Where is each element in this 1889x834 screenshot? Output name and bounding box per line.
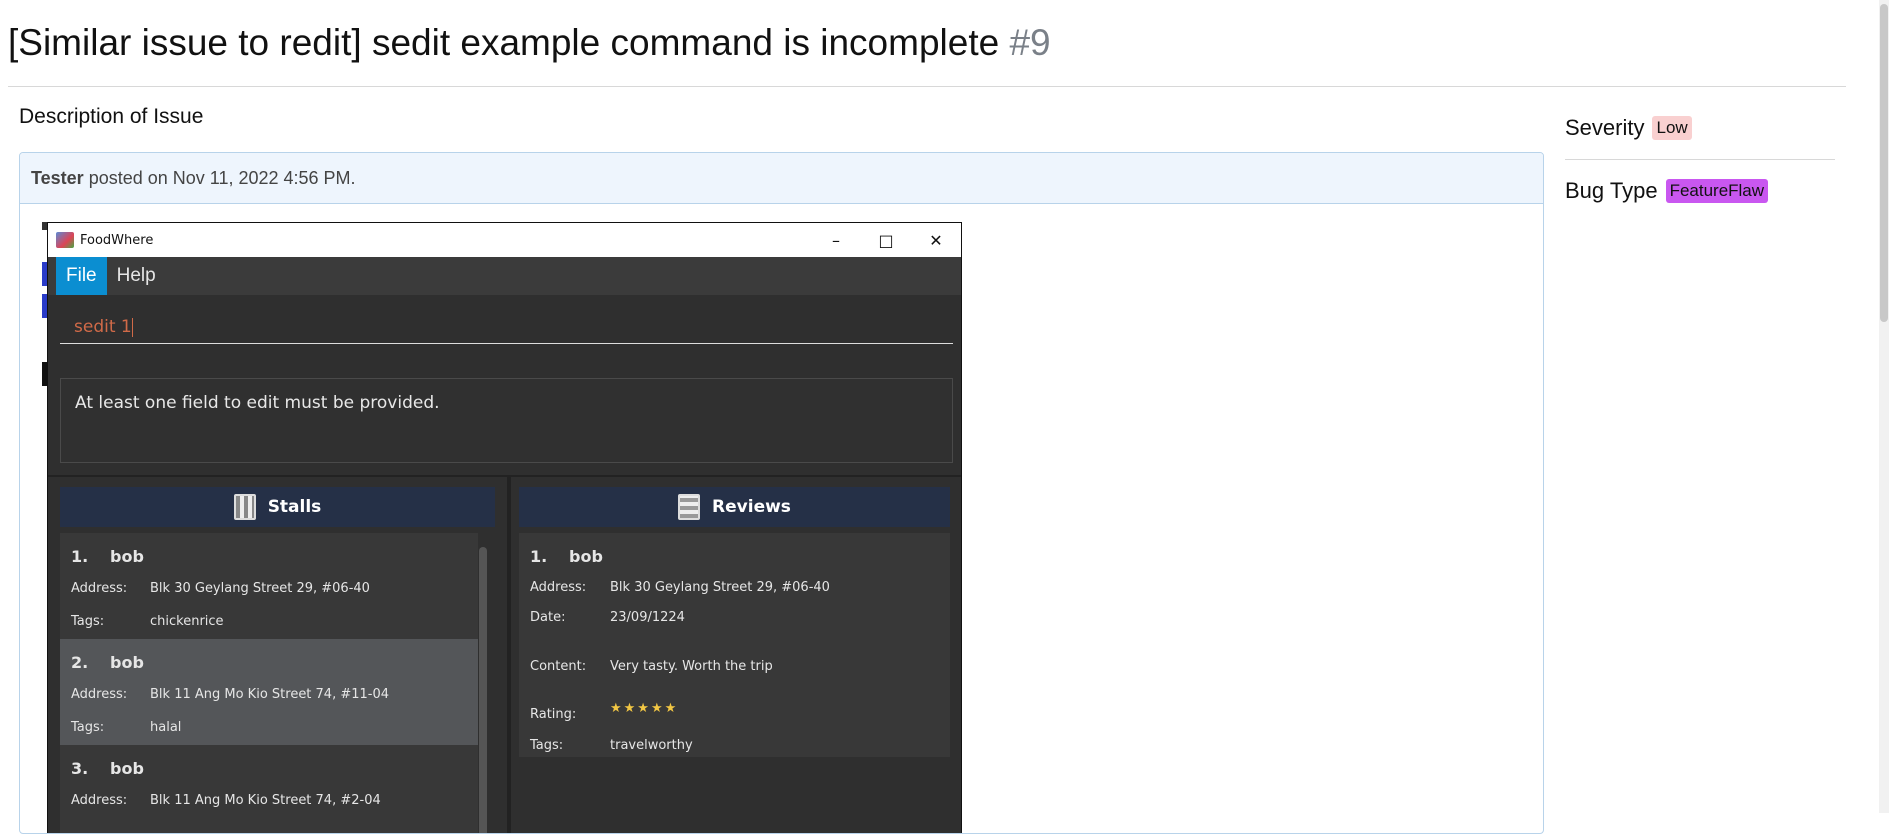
stall-index: 3. [71,759,89,778]
stalls-header: Stalls [60,487,495,527]
bugtype-badge[interactable]: FeatureFlaw [1665,179,1769,203]
issue-sidebar: Severity Low Bug Type FeatureFlaw [1565,115,1835,204]
foodwhere-window: FoodWhere – □ ✕ File Help sedit 1 At lea… [47,222,962,833]
review-rating-key: Rating: [530,707,577,722]
window-titlebar: FoodWhere – □ ✕ [48,223,961,257]
review-date-key: Date: [530,610,566,625]
review-icon [678,494,701,520]
review-tags-key: Tags: [530,738,564,753]
review-content: Very tasty. Worth the trip [610,659,773,674]
stall-name: bob [110,759,144,778]
issue-comment: Tester posted on Nov 11, 2022 4:56 PM. F… [19,152,1544,834]
review-address-key: Address: [530,580,587,595]
sidebar-divider [1565,159,1835,160]
maximize-icon[interactable]: □ [861,223,911,257]
review-content-key: Content: [530,659,587,674]
stall-index: 2. [71,653,89,672]
menu-help[interactable]: Help [107,257,166,295]
text-caret [131,317,133,337]
review-tags: travelworthy [610,738,693,753]
severity-label: Severity [1565,115,1645,140]
issue-number: #9 [1009,22,1051,63]
severity-row: Severity Low [1565,115,1835,141]
page-scrollbar[interactable] [1879,0,1889,813]
stalls-scrollbar[interactable] [479,547,487,833]
stall-tags-key: Tags: [71,720,105,735]
window-title: FoodWhere [80,232,154,248]
stall-address-key: Address: [71,687,128,702]
bugtype-row: Bug Type FeatureFlaw [1565,178,1835,204]
page-scrollbar-thumb[interactable] [1880,4,1888,322]
description-heading: Description of Issue [19,105,204,128]
stall-name: bob [110,547,144,566]
review-name: bob [569,547,603,566]
stalls-header-label: Stalls [267,497,322,517]
reviews-header: Reviews [519,487,950,527]
review-index: 1. [530,547,548,566]
review-rating-stars: ★★★★★ [610,701,679,716]
stall-card[interactable]: 2. bob Address: Blk 11 Ang Mo Kio Street… [60,639,478,745]
command-input[interactable]: sedit 1 [60,301,953,344]
split-divider[interactable] [507,477,511,833]
stall-address: Blk 11 Ang Mo Kio Street 74, #2-04 [150,793,381,808]
review-date: 23/09/1224 [610,610,685,625]
stall-tags-key: Tags: [71,614,105,629]
result-display: At least one field to edit must be provi… [60,378,953,463]
app-logo-icon [56,232,74,248]
comment-meta: posted on Nov 11, 2022 4:56 PM. [83,168,356,188]
command-text: sedit 1 [74,317,133,337]
stall-card[interactable]: 3. bob Address: Blk 11 Ang Mo Kio Street… [60,745,478,833]
issue-title-text: [Similar issue to redit] sedit example c… [8,22,1000,63]
review-address: Blk 30 Geylang Street 29, #06-40 [610,580,830,595]
issue-title: [Similar issue to redit] sedit example c… [8,22,1051,64]
panel-divider [48,475,961,477]
stall-tags: chickenrice [150,614,224,629]
menu-file[interactable]: File [56,257,107,295]
comment-author[interactable]: Tester [31,168,84,188]
reviews-header-label: Reviews [712,497,791,517]
stall-icon [233,494,256,520]
title-divider [8,86,1846,87]
stall-address-key: Address: [71,581,128,596]
stall-name: bob [110,653,144,672]
result-text: At least one field to edit must be provi… [75,393,440,413]
bugtype-label: Bug Type [1565,178,1658,203]
window-controls: – □ ✕ [811,223,961,257]
stall-tags: halal [150,720,182,735]
comment-header: Tester posted on Nov 11, 2022 4:56 PM. [20,153,1543,204]
stall-index: 1. [71,547,89,566]
stall-address: Blk 30 Geylang Street 29, #06-40 [150,581,370,596]
menu-bar: File Help [48,257,961,295]
app-screenshot: FoodWhere – □ ✕ File Help sedit 1 At lea… [42,222,962,833]
stall-address-key: Address: [71,793,128,808]
stall-card[interactable]: 1. bob Address: Blk 30 Geylang Street 29… [60,533,478,639]
stall-address: Blk 11 Ang Mo Kio Street 74, #11-04 [150,687,390,702]
severity-badge[interactable]: Low [1652,116,1692,140]
minimize-icon[interactable]: – [811,223,861,257]
close-icon[interactable]: ✕ [911,223,961,257]
review-card[interactable]: 1. bob Address: Blk 30 Geylang Street 29… [519,533,950,757]
